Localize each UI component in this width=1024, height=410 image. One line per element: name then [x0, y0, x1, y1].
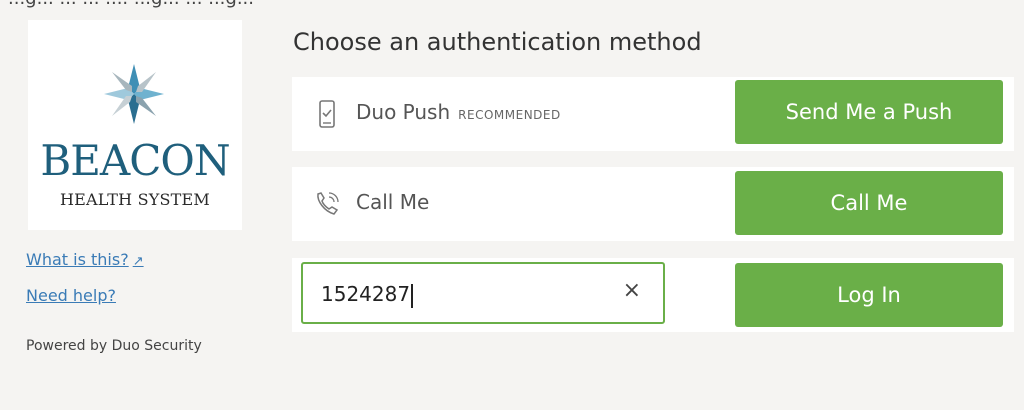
powered-by-text: Powered by Duo Security	[26, 338, 202, 354]
clear-icon[interactable]: ×	[623, 278, 641, 303]
passcode-value: 1524287	[321, 282, 411, 306]
logo-name: BEACON	[40, 136, 230, 185]
send-push-button[interactable]: Send Me a Push	[735, 80, 1003, 144]
what-is-this-link[interactable]: What is this? ↗	[26, 250, 144, 269]
method-label-duo-push: Duo Push RECOMMENDED	[356, 100, 561, 124]
recommended-badge: RECOMMENDED	[458, 108, 561, 122]
phone-icon	[319, 100, 335, 128]
partial-top-text: ...g... ... ... .... ...g... ... ...g...	[0, 0, 1024, 14]
logo-card: BEACON HEALTH SYSTEM	[28, 20, 242, 230]
text-caret	[411, 283, 414, 308]
what-is-this-label: What is this?	[26, 250, 129, 269]
call-me-button[interactable]: Call Me	[735, 171, 1003, 235]
page-title: Choose an authentication method	[293, 28, 702, 56]
logo-tagline: HEALTH SYSTEM	[59, 190, 211, 209]
external-link-icon: ↗	[132, 254, 144, 269]
log-in-button[interactable]: Log In	[735, 263, 1003, 327]
passcode-value-wrap: 1524287	[321, 282, 414, 308]
duo-push-label: Duo Push	[356, 100, 451, 124]
need-help-link[interactable]: Need help?	[26, 286, 116, 305]
call-me-label: Call Me	[356, 190, 430, 214]
beacon-star-icon	[104, 64, 164, 124]
passcode-input[interactable]: 1524287 ×	[301, 262, 665, 324]
partial-top-text-content: ...g... ... ... .... ...g... ... ...g...	[8, 0, 254, 9]
phone-call-icon	[317, 192, 339, 215]
